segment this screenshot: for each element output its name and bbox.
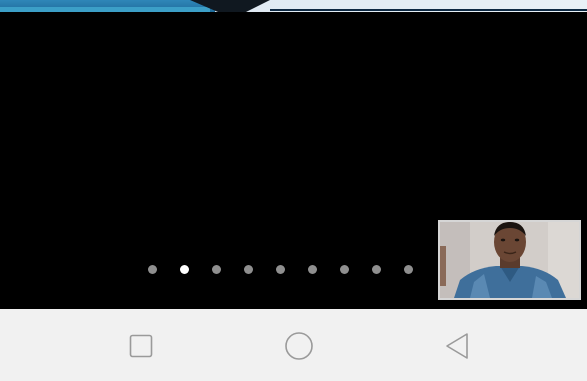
app-screen [0, 0, 587, 381]
triangle-back-icon [446, 333, 468, 359]
page-dot-1[interactable] [148, 264, 157, 274]
page-dot-6[interactable] [308, 264, 317, 274]
square-icon [129, 334, 153, 358]
page-dot-8[interactable] [372, 264, 381, 274]
camera-preview[interactable] [438, 220, 581, 300]
page-dot-9[interactable] [404, 264, 413, 274]
camera-preview-image [440, 222, 579, 298]
page-dot-3[interactable] [212, 264, 221, 274]
page-indicator[interactable] [148, 264, 436, 274]
page-dot-7[interactable] [340, 264, 349, 274]
back-button[interactable] [442, 331, 472, 361]
page-dot-2[interactable] [180, 264, 189, 274]
page-dot-4[interactable] [244, 264, 253, 274]
system-navigation-bar [0, 309, 587, 381]
page-dot-5[interactable] [276, 264, 285, 274]
home-button[interactable] [284, 331, 314, 361]
circle-icon [285, 332, 313, 360]
recent-apps-button[interactable] [126, 331, 156, 361]
slide-header-line [270, 9, 587, 11]
slide-header-strip [0, 0, 587, 12]
